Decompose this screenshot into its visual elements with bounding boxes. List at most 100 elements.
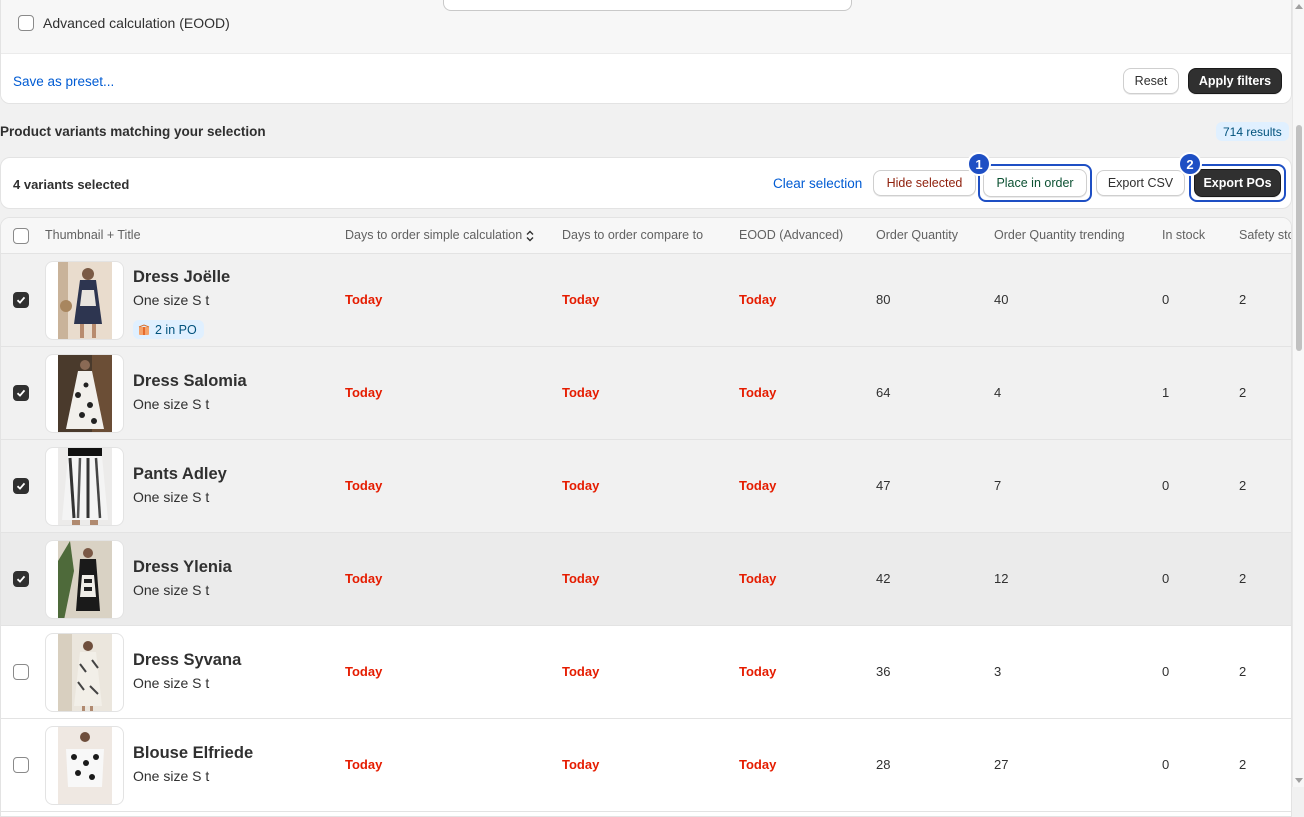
order-quantity-trending-value: 3 — [994, 664, 1002, 679]
filter-input[interactable] — [443, 0, 852, 11]
product-variant: One size S t — [133, 582, 210, 598]
table-row[interactable]: Dress Salomia One size S t Today Today T… — [1, 347, 1291, 440]
page-scrollbar[interactable] — [1292, 0, 1304, 787]
product-image — [58, 448, 112, 525]
row-checkbox[interactable] — [13, 385, 29, 401]
column-header-days-simple[interactable]: Days to order simple calculation — [345, 228, 534, 242]
product-title[interactable]: Dress Salomia — [133, 372, 247, 391]
product-thumbnail[interactable] — [45, 447, 124, 526]
row-checkbox[interactable] — [13, 571, 29, 587]
eood-value: Today — [739, 757, 777, 772]
order-quantity-value: 42 — [876, 571, 891, 586]
product-title[interactable]: Blouse Elfriede — [133, 744, 253, 763]
sort-icon[interactable] — [526, 230, 534, 242]
days-simple-value: Today — [345, 385, 383, 400]
product-thumbnail[interactable] — [45, 540, 124, 619]
product-image — [58, 355, 112, 432]
column-header-safety-stock[interactable]: Safety stock — [1239, 228, 1291, 242]
in-stock-value: 0 — [1162, 292, 1170, 307]
results-count-badge: 714 results — [1216, 122, 1289, 141]
order-quantity-value: 28 — [876, 757, 891, 772]
safety-stock-value: 2 — [1239, 757, 1247, 772]
place-in-order-button[interactable]: Place in order — [983, 169, 1087, 197]
eood-value: Today — [739, 664, 777, 679]
column-header-days-simple-label: Days to order simple calculation — [345, 228, 523, 242]
order-quantity-value: 36 — [876, 664, 891, 679]
days-compare-value: Today — [562, 757, 600, 772]
product-variant: One size S t — [133, 675, 210, 691]
column-header-order-quantity-trending[interactable]: Order Quantity trending — [994, 228, 1125, 242]
in-stock-value: 1 — [1162, 385, 1170, 400]
product-title[interactable]: Dress Ylenia — [133, 558, 232, 577]
product-title[interactable]: Dress Syvana — [133, 651, 241, 670]
save-preset-link[interactable]: Save as preset... — [13, 74, 114, 89]
column-header-thumbnail-title[interactable]: Thumbnail + Title — [45, 228, 141, 242]
safety-stock-value: 2 — [1239, 664, 1247, 679]
row-checkbox[interactable] — [13, 292, 29, 308]
export-csv-button[interactable]: Export CSV — [1096, 170, 1185, 196]
days-compare-value: Today — [562, 664, 600, 679]
table-row[interactable]: Dress Ylenia One size S t Today Today To… — [1, 533, 1291, 626]
order-quantity-trending-value: 27 — [994, 757, 1009, 772]
product-title[interactable]: Pants Adley — [133, 465, 227, 484]
advanced-calculation-checkbox[interactable] — [18, 15, 34, 31]
select-all-checkbox[interactable] — [13, 228, 29, 244]
table-row[interactable]: Blouse Elfriede One size S t Today Today… — [1, 719, 1291, 812]
filter-footer: Save as preset... Reset Apply filters — [1, 53, 1291, 103]
eood-value: Today — [739, 292, 777, 307]
product-thumbnail[interactable] — [45, 633, 124, 712]
table-row[interactable]: Pants Adley One size S t Today Today Tod… — [1, 440, 1291, 533]
column-header-order-quantity[interactable]: Order Quantity — [876, 228, 958, 242]
product-variant: One size S t — [133, 768, 210, 784]
order-quantity-trending-value: 4 — [994, 385, 1002, 400]
table-header: Thumbnail + Title Days to order simple c… — [1, 218, 1291, 254]
table-row[interactable]: Dress Joëlle One size S t 2 in PO Today … — [1, 254, 1291, 347]
advanced-calculation-option[interactable]: Advanced calculation (EOOD) — [18, 15, 230, 31]
scrollbar-thumb[interactable] — [1296, 125, 1302, 351]
clear-selection-link[interactable]: Clear selection — [773, 176, 862, 191]
in-stock-value: 0 — [1162, 664, 1170, 679]
product-thumbnail[interactable] — [45, 354, 124, 433]
days-simple-value: Today — [345, 571, 383, 586]
column-header-in-stock[interactable]: In stock — [1162, 228, 1205, 242]
in-stock-value: 0 — [1162, 571, 1170, 586]
column-header-eood[interactable]: EOOD (Advanced) — [739, 228, 843, 242]
apply-filters-button[interactable]: Apply filters — [1188, 68, 1282, 94]
export-pos-button[interactable]: Export POs — [1194, 169, 1281, 197]
product-image — [58, 634, 112, 711]
days-simple-value: Today — [345, 664, 383, 679]
product-title[interactable]: Dress Joëlle — [133, 268, 230, 287]
scroll-down-arrow-icon[interactable] — [1295, 778, 1303, 783]
in-po-badge: 2 in PO — [133, 320, 204, 339]
days-compare-value: Today — [562, 571, 600, 586]
row-checkbox[interactable] — [13, 664, 29, 680]
reset-button[interactable]: Reset — [1123, 68, 1179, 94]
step-1-badge: 1 — [967, 152, 991, 176]
table-row[interactable]: Dress Syvana One size S t Today Today To… — [1, 626, 1291, 719]
order-quantity-value: 80 — [876, 292, 891, 307]
product-thumbnail[interactable] — [45, 726, 124, 805]
product-variant: One size S t — [133, 489, 210, 505]
eood-value: Today — [739, 478, 777, 493]
row-checkbox[interactable] — [13, 478, 29, 494]
days-compare-value: Today — [562, 292, 600, 307]
row-checkbox[interactable] — [13, 757, 29, 773]
product-thumbnail[interactable] — [45, 261, 124, 340]
advanced-calculation-label: Advanced calculation (EOOD) — [43, 15, 230, 31]
hide-selected-button[interactable]: Hide selected — [873, 170, 976, 196]
product-variant: One size S t — [133, 292, 210, 308]
column-header-days-compare[interactable]: Days to order compare to — [562, 228, 703, 242]
selected-count: 4 variants selected — [13, 177, 130, 192]
safety-stock-value: 2 — [1239, 292, 1247, 307]
order-quantity-trending-value: 7 — [994, 478, 1002, 493]
in-stock-value: 0 — [1162, 478, 1170, 493]
order-quantity-value: 47 — [876, 478, 891, 493]
package-icon — [138, 323, 150, 335]
section-title: Product variants matching your selection — [0, 124, 266, 139]
order-quantity-trending-value: 40 — [994, 292, 1009, 307]
eood-value: Today — [739, 571, 777, 586]
variants-table: Thumbnail + Title Days to order simple c… — [0, 217, 1292, 817]
days-compare-value: Today — [562, 385, 600, 400]
filter-panel: Advanced calculation (EOOD) Save as pres… — [0, 0, 1292, 104]
scroll-up-arrow-icon[interactable] — [1295, 4, 1303, 9]
